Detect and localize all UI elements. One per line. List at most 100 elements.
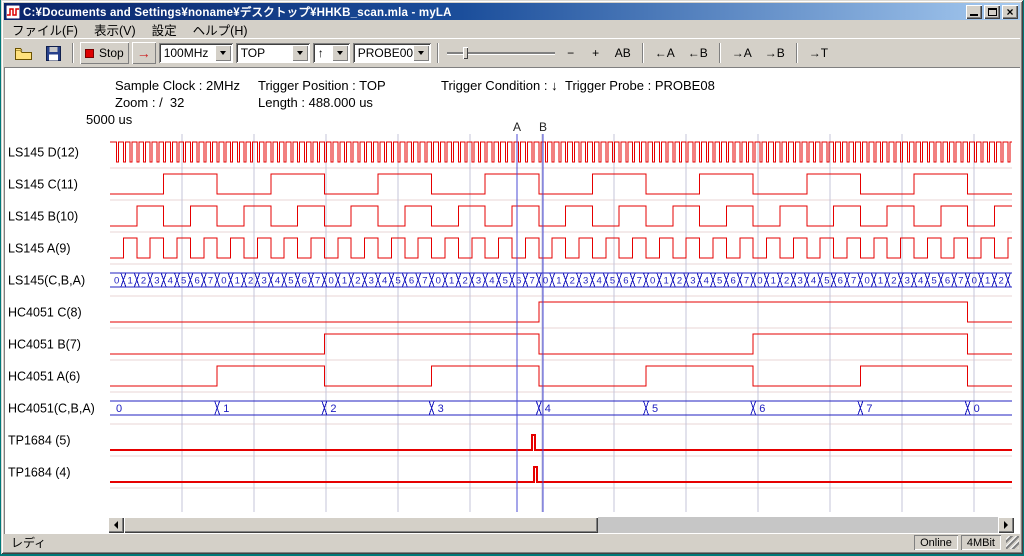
trigger-position-select[interactable]: TOP — [236, 43, 310, 63]
bus-value: 7 — [958, 276, 963, 287]
bus-value: 6 — [838, 276, 843, 287]
bus-value: 3 — [369, 276, 374, 287]
close-icon: × — [1006, 6, 1013, 18]
close-button[interactable]: × — [1002, 5, 1018, 19]
scrollbar-track[interactable] — [598, 517, 998, 533]
zoom-slider[interactable] — [445, 42, 557, 64]
bus-value: 6 — [759, 403, 765, 415]
bus-value: 2 — [248, 276, 253, 287]
menu-file[interactable]: ファイル(F) — [4, 19, 86, 40]
trigger-edge-dropdown-button[interactable] — [332, 45, 348, 61]
run-button[interactable]: → — [132, 42, 156, 64]
trigger-position-dropdown-button[interactable] — [292, 45, 308, 61]
slider-thumb[interactable] — [463, 47, 468, 59]
resize-grip[interactable] — [1006, 536, 1019, 549]
zoom-in-button[interactable]: + — [585, 42, 607, 64]
goto-a-right-button[interactable]: →A — [727, 42, 757, 64]
trigger-edge-select[interactable]: ↑ — [313, 43, 350, 63]
triangle-left-icon — [114, 521, 118, 529]
bus-value: 0 — [543, 276, 548, 287]
toolbar-separator — [72, 43, 74, 63]
clock-rate-select[interactable]: 100MHz — [159, 43, 233, 63]
toolbar-separator — [719, 43, 721, 63]
maximize-button[interactable] — [984, 5, 1000, 19]
clock-trace — [110, 142, 1012, 162]
bus-value: 5 — [181, 276, 186, 287]
bus-value: 5 — [652, 403, 658, 415]
scrollbar-thumb[interactable] — [124, 517, 598, 533]
bus-value: 5 — [503, 276, 508, 287]
channel-label: LS145 C(11) — [8, 178, 78, 192]
save-button[interactable] — [41, 42, 66, 64]
window-title: C:¥Documents and Settings¥noname¥デスクトップ¥… — [23, 4, 966, 20]
goto-a-left-button[interactable]: ←A — [650, 42, 680, 64]
bus-value: 2 — [891, 276, 896, 287]
memory-indicator: 4MBit — [961, 535, 1001, 550]
stop-button[interactable]: Stop — [80, 42, 129, 64]
bus-value: 1 — [235, 276, 240, 287]
channel-label: HC4051 C(8) — [8, 306, 82, 320]
scroll-right-button[interactable] — [998, 517, 1014, 533]
scroll-left-button[interactable] — [108, 517, 124, 533]
goto-trigger-button[interactable]: →T — [804, 42, 833, 64]
probe-select[interactable]: PROBE00 — [353, 43, 431, 63]
bus-value: 7 — [315, 276, 320, 287]
goto-b-left-button[interactable]: ←B — [683, 42, 713, 64]
bus-value: 5 — [931, 276, 936, 287]
client-area: Sample Clock : 2MHz Trigger Position : T… — [4, 67, 1020, 536]
bus-value: 3 — [154, 276, 159, 287]
title-bar[interactable]: C:¥Documents and Settings¥noname¥デスクトップ¥… — [4, 3, 1020, 20]
bus-value: 3 — [438, 403, 444, 415]
online-indicator: Online — [914, 535, 958, 550]
horizontal-scrollbar[interactable] — [108, 517, 1014, 533]
waveform-area[interactable]: LS145 D(12)LS145 C(11)LS145 B(10)LS145 A… — [4, 67, 1020, 536]
bus-value: 7 — [744, 276, 749, 287]
bus-value: 2 — [141, 276, 146, 287]
bus-value: 0 — [972, 276, 977, 287]
chevron-down-icon — [418, 51, 424, 55]
triangle-right-icon — [1004, 521, 1008, 529]
open-folder-icon — [14, 46, 33, 61]
pulse-trace — [110, 435, 1012, 450]
toolbar-separator — [437, 43, 439, 63]
ab-cursor-button[interactable]: AB — [610, 42, 636, 64]
signal-trace — [110, 334, 1012, 354]
minimize-button[interactable] — [966, 5, 982, 19]
bus-value: 2 — [330, 403, 336, 415]
probe-dropdown-button[interactable] — [413, 45, 429, 61]
bus-value: 1 — [342, 276, 347, 287]
goto-b-right-button[interactable]: →B — [760, 42, 790, 64]
probe-value: PROBE00 — [358, 46, 413, 60]
bus-value: 5 — [824, 276, 829, 287]
channel-label: TP1684 (4) — [8, 466, 71, 480]
bus-value: 7 — [422, 276, 427, 287]
clock-rate-dropdown-button[interactable] — [215, 45, 231, 61]
bus-value: 3 — [583, 276, 588, 287]
channel-label: LS145 A(9) — [8, 242, 71, 256]
bus-value: 0 — [864, 276, 869, 287]
zoom-out-button[interactable]: − — [560, 42, 582, 64]
maximize-icon — [988, 8, 997, 16]
open-button[interactable] — [9, 42, 38, 64]
bus-value: 4 — [168, 276, 173, 287]
bus-value: 0 — [116, 403, 122, 415]
bus-value: 0 — [436, 276, 441, 287]
stop-label: Stop — [99, 46, 124, 60]
toolbar: Stop → 100MHz TOP ↑ PROBE00 − + AB ←A — [4, 38, 1020, 67]
menu-bar: ファイル(F) 表示(V) 設定 ヘルプ(H) — [4, 20, 1020, 38]
menu-settings[interactable]: 設定 — [144, 19, 185, 40]
bus-value: 1 — [985, 276, 990, 287]
bus-value: 0 — [328, 276, 333, 287]
bus-value: 4 — [918, 276, 923, 287]
minimize-icon — [970, 14, 978, 16]
menu-view[interactable]: 表示(V) — [86, 19, 144, 40]
bus-value: 4 — [596, 276, 601, 287]
bus-value: 7 — [529, 276, 534, 287]
bus-value: 6 — [945, 276, 950, 287]
bus-value: 2 — [462, 276, 467, 287]
bus-value: 6 — [194, 276, 199, 287]
menu-help[interactable]: ヘルプ(H) — [185, 19, 256, 40]
bus-value: 4 — [545, 403, 551, 415]
signal-trace — [110, 302, 1012, 322]
bus-value: 7 — [208, 276, 213, 287]
